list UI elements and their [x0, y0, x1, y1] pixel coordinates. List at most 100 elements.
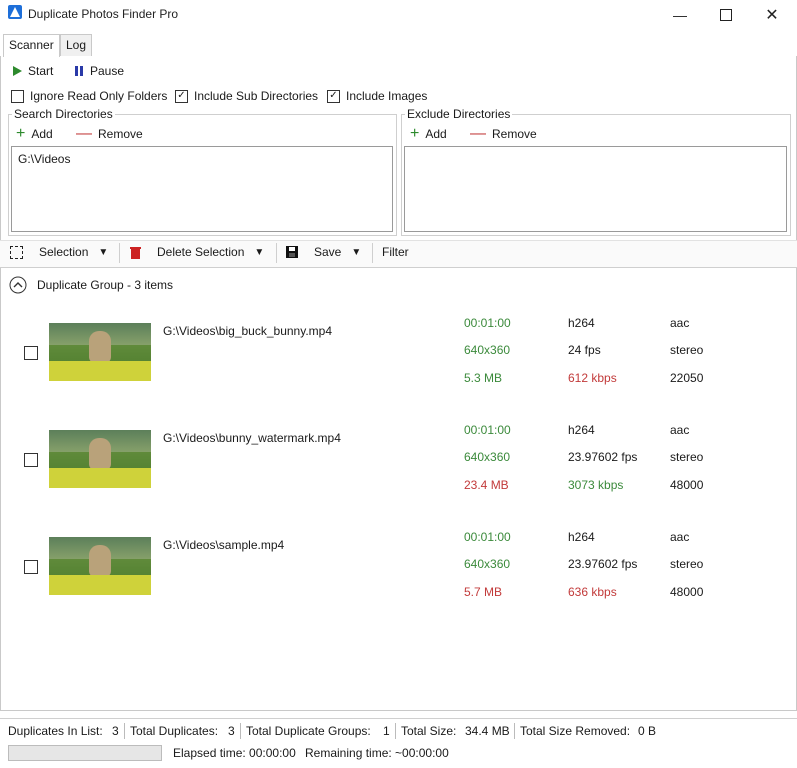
save-dropdown[interactable]: Save ▼: [286, 245, 361, 259]
exclude-remove-button[interactable]: — Remove: [470, 125, 537, 142]
minimize-icon: —: [673, 7, 687, 23]
plus-icon: +: [16, 125, 26, 142]
table-row[interactable]: G:\Videos\bunny_watermark.mp4 00:01:00 h…: [0, 407, 797, 511]
divider: [124, 723, 125, 739]
close-icon: ✕: [765, 7, 779, 24]
duration: 00:01:00: [464, 423, 511, 437]
exclude-remove-label: Remove: [492, 127, 537, 141]
table-row[interactable]: G:\Videos\big_buck_bunny.mp4 00:01:00 h2…: [0, 300, 797, 404]
search-remove-button[interactable]: — Remove: [76, 125, 143, 142]
include-subdirs-box[interactable]: ✓: [175, 89, 188, 103]
progress-bar: [8, 745, 162, 761]
video-thumbnail: [49, 537, 151, 595]
search-remove-label: Remove: [98, 127, 143, 141]
bitrate: 612 kbps: [568, 371, 617, 385]
frame-rate: 23.97602 fps: [568, 557, 638, 571]
exclude-add-label: Add: [425, 127, 447, 141]
audio-channels: stereo: [670, 557, 704, 571]
audio-channels: stereo: [670, 343, 704, 357]
divider: [372, 243, 373, 263]
include-images-box[interactable]: ✓: [327, 89, 340, 103]
plus-icon: +: [410, 125, 420, 142]
duplicate-group-header[interactable]: Duplicate Group - 3 items: [9, 276, 173, 294]
list-item[interactable]: G:\Videos: [18, 152, 70, 166]
row-checkbox[interactable]: [24, 560, 38, 574]
exclude-directories-list[interactable]: [404, 146, 787, 232]
minus-icon: —: [76, 125, 92, 142]
chevron-down-icon: ▼: [98, 246, 109, 258]
maximize-button[interactable]: [703, 0, 749, 30]
divider: [119, 243, 120, 263]
total-groups-label: Total Duplicate Groups:: [246, 724, 371, 738]
duplicates-in-list-value: 3: [112, 724, 119, 738]
floppy-disk-icon: [286, 246, 298, 258]
total-groups-value: 1: [383, 724, 390, 738]
audio-channels: stereo: [670, 450, 704, 464]
divider: [276, 243, 277, 263]
tab-scanner[interactable]: Scanner: [3, 34, 60, 57]
exclude-directories-title: Exclude Directories: [405, 107, 513, 121]
duration: 00:01:00: [464, 530, 511, 544]
tab-strip: [0, 32, 797, 57]
delete-selection-dropdown[interactable]: Delete Selection ▼: [130, 245, 264, 259]
ignore-readonly-checkbox[interactable]: Ignore Read Only Folders: [11, 89, 167, 103]
table-row[interactable]: G:\Videos\sample.mp4 00:01:00 h264 aac 6…: [0, 514, 797, 618]
tab-log[interactable]: Log: [60, 34, 93, 56]
divider: [395, 723, 396, 739]
start-button[interactable]: Start: [12, 64, 53, 78]
file-size: 5.3 MB: [464, 371, 503, 385]
bitrate: 3073 kbps: [568, 478, 624, 492]
include-images-checkbox[interactable]: ✓ Include Images: [327, 89, 427, 103]
resolution: 640x360: [464, 343, 511, 357]
audio-codec: aac: [670, 423, 690, 437]
video-codec: h264: [568, 316, 595, 330]
group-title: Duplicate Group - 3 items: [37, 278, 174, 292]
play-icon: [13, 66, 22, 76]
divider: [240, 723, 241, 739]
filter-button[interactable]: Filter: [382, 245, 409, 259]
frame-rate: 23.97602 fps: [568, 450, 638, 464]
maximize-icon: [720, 9, 732, 21]
row-checkbox[interactable]: [24, 453, 38, 467]
total-size-removed-value: 0 B: [638, 724, 657, 738]
frame-rate: 24 fps: [568, 343, 601, 357]
selection-dropdown[interactable]: Selection ▼: [10, 245, 108, 259]
search-directories-list[interactable]: G:\Videos: [11, 146, 393, 232]
total-size-label: Total Size:: [401, 724, 457, 738]
file-path: G:\Videos\bunny_watermark.mp4: [163, 431, 341, 445]
sample-rate: 48000: [670, 585, 704, 599]
pause-icon: [75, 66, 83, 76]
chevron-down-icon: ▼: [351, 246, 362, 258]
search-directories-title: Search Directories: [12, 107, 115, 121]
video-codec: h264: [568, 423, 595, 437]
resolution: 640x360: [464, 557, 511, 571]
ignore-readonly-box[interactable]: [11, 89, 24, 103]
pause-button[interactable]: Pause: [74, 64, 124, 78]
include-subdirs-label: Include Sub Directories: [194, 89, 319, 103]
close-button[interactable]: ✕: [749, 0, 795, 30]
sample-rate: 48000: [670, 478, 704, 492]
total-duplicates-value: 3: [228, 724, 235, 738]
video-thumbnail: [49, 430, 151, 488]
elapsed-time: Elapsed time: 00:00:00: [173, 746, 296, 760]
window-title: Duplicate Photos Finder Pro: [28, 7, 179, 21]
include-subdirs-checkbox[interactable]: ✓ Include Sub Directories: [175, 89, 318, 103]
title-bar[interactable]: Duplicate Photos Finder Pro — ✕: [0, 0, 797, 30]
delete-selection-label: Delete Selection: [157, 245, 245, 259]
file-path: G:\Videos\sample.mp4: [163, 538, 285, 552]
minus-icon: —: [470, 125, 486, 142]
duration: 00:01:00: [464, 316, 511, 330]
save-label: Save: [314, 245, 342, 259]
divider: [514, 723, 515, 739]
trash-icon: [130, 246, 141, 259]
search-add-button[interactable]: + Add: [16, 125, 53, 142]
remaining-time: Remaining time: ~00:00:00: [305, 746, 449, 760]
total-size-removed-label: Total Size Removed:: [520, 724, 631, 738]
minimize-button[interactable]: —: [657, 0, 703, 30]
resolution: 640x360: [464, 450, 511, 464]
row-checkbox[interactable]: [24, 346, 38, 360]
exclude-add-button[interactable]: + Add: [410, 125, 447, 142]
bitrate: 636 kbps: [568, 585, 617, 599]
start-label: Start: [28, 64, 54, 78]
include-images-label: Include Images: [346, 89, 428, 103]
